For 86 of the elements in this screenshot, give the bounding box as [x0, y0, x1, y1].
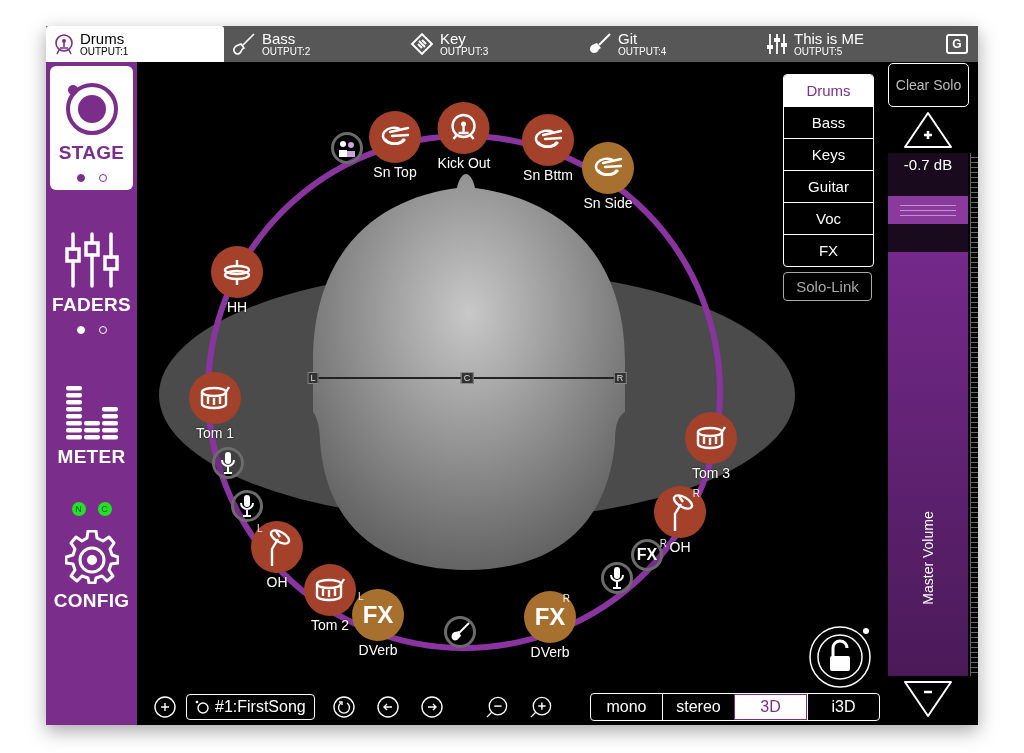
song-selector[interactable]: #1:FirstSong: [186, 694, 315, 720]
mode-tab[interactable]: stereo: [662, 694, 734, 720]
clear-solo-button[interactable]: Clear Solo: [888, 63, 969, 107]
source-node[interactable]: [331, 132, 363, 164]
add-icon[interactable]: [154, 696, 176, 718]
nav-item[interactable]: CONFIG: [50, 516, 133, 620]
keyboard-icon: [410, 32, 434, 56]
output-tab[interactable]: Drums OUTPUT:1: [46, 26, 224, 62]
source-label: Tom 3: [691, 465, 731, 481]
nav-item[interactable]: STAGE: [50, 66, 133, 190]
pan-marker[interactable]: L: [307, 372, 319, 384]
song-name: #1:FirstSong: [215, 698, 306, 716]
people-icon: [337, 139, 357, 157]
status-light: C: [97, 502, 112, 516]
hi-hat-icon: [222, 258, 252, 286]
source-node[interactable]: R FX: [524, 591, 576, 643]
source-node[interactable]: [438, 102, 490, 154]
mode-tab[interactable]: 3D: [734, 694, 807, 720]
zoom-out-icon[interactable]: [485, 696, 508, 718]
output-tab[interactable]: This is ME OUTPUT:5: [758, 26, 936, 62]
source-label: Sn Side: [583, 195, 633, 211]
source-label: DVerb: [530, 644, 570, 660]
microphone-icon: [609, 566, 625, 590]
source-node[interactable]: [522, 114, 574, 166]
group-tab[interactable]: FX: [784, 234, 873, 266]
side-label: R: [562, 593, 570, 604]
source-label: OH: [266, 574, 288, 590]
volume-reading: -0.7 dB: [902, 156, 954, 173]
output-tab[interactable]: Key OUTPUT:3: [402, 26, 580, 62]
zoom-in-icon[interactable]: [530, 696, 552, 718]
side-label: R: [692, 488, 700, 499]
ring-icon: [195, 700, 209, 714]
volume-down-icon[interactable]: [903, 680, 953, 718]
microphone-icon: [220, 451, 236, 475]
source-node[interactable]: [231, 490, 263, 522]
solo-link-button[interactable]: Solo-Link: [783, 272, 872, 301]
source-node[interactable]: [601, 562, 633, 594]
source-label: DVerb: [358, 642, 398, 658]
source-node[interactable]: [211, 246, 263, 298]
microphone-icon: [239, 494, 255, 518]
faders-icon: [62, 232, 121, 288]
settings-icon: [64, 530, 119, 584]
source-node[interactable]: [212, 447, 244, 479]
source-label: Sn Bttm: [523, 167, 573, 183]
mode-tab[interactable]: i3D: [807, 694, 879, 720]
master-volume-slider[interactable]: -0.7 dB Master Volume: [888, 153, 968, 676]
mode-tab[interactable]: mono: [591, 694, 662, 720]
source-node[interactable]: [582, 142, 634, 194]
source-node[interactable]: [444, 616, 476, 648]
nav-item[interactable]: METER: [50, 370, 133, 476]
fx-text: FX: [534, 603, 566, 631]
source-node[interactable]: R: [654, 486, 706, 538]
stage-icon: [63, 80, 120, 136]
tom-drum-icon: [314, 576, 346, 604]
volume-up-icon[interactable]: [903, 111, 953, 149]
group-tab[interactable]: Drums: [784, 75, 873, 106]
output-tab[interactable]: Git OUTPUT:4: [580, 26, 758, 62]
group-tab[interactable]: Guitar: [784, 170, 873, 202]
logo-button[interactable]: G: [946, 34, 968, 54]
tom-drum-icon: [695, 424, 727, 452]
source-node[interactable]: [304, 564, 356, 616]
undo-icon[interactable]: [332, 696, 355, 718]
source-label: Tom 1: [195, 425, 235, 441]
source-label: Sn Top: [373, 164, 417, 180]
pan-marker[interactable]: C: [460, 372, 474, 384]
output-tab[interactable]: Bass OUTPUT:2: [224, 26, 402, 62]
sliders-icon: [766, 33, 788, 55]
drum-icon: [54, 33, 74, 55]
fx-text: FX: [636, 546, 658, 564]
group-tab[interactable]: Keys: [784, 138, 873, 170]
page-dot[interactable]: [76, 174, 85, 182]
slider-label: Master Volume: [920, 511, 936, 605]
slider-handle[interactable]: [888, 196, 968, 225]
source-node[interactable]: [369, 111, 421, 163]
unlocked-padlock-icon[interactable]: [808, 623, 874, 689]
source-label: Kick Out: [437, 155, 491, 171]
pan-marker[interactable]: R: [613, 372, 627, 384]
status-light: N: [71, 502, 86, 516]
bass-drum-icon: [449, 113, 479, 143]
fx-text: FX: [362, 601, 394, 629]
group-tab[interactable]: Bass: [784, 106, 873, 138]
group-tab[interactable]: Voc: [784, 202, 873, 234]
source-label: OH: [669, 539, 691, 555]
source-label: Tom 2: [310, 617, 350, 633]
tom-drum-icon: [199, 384, 231, 412]
source-label: HH: [226, 299, 248, 315]
